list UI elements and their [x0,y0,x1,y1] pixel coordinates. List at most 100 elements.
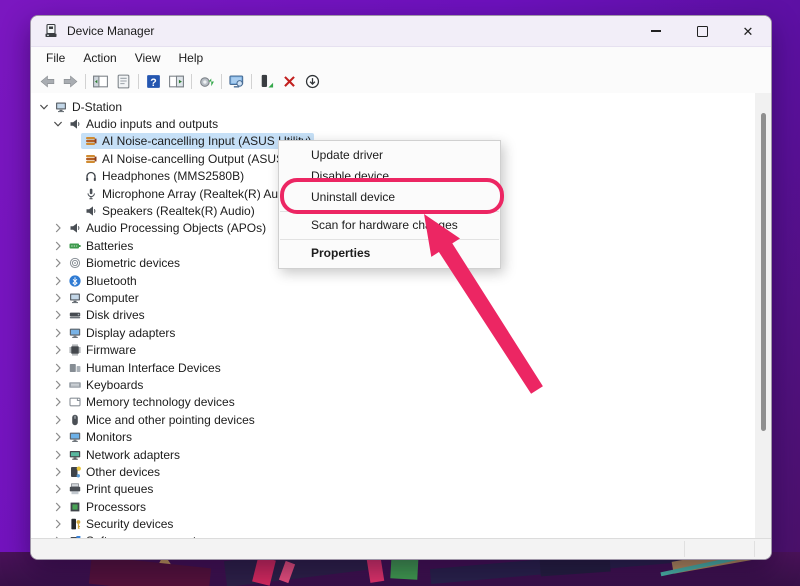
tree-item-content[interactable]: Microphone Array (Realtek(R) Audio) [81,186,301,202]
tree-item-content[interactable]: Computer [65,290,142,306]
properties-window-icon[interactable] [112,71,135,91]
horizontal-scrollbar-area[interactable] [31,538,771,559]
chevron-right-icon[interactable] [51,343,65,357]
scrollbar-thumb[interactable] [761,113,766,431]
tree-item-content[interactable]: Other devices [65,464,163,480]
tree-item[interactable]: Other devices [31,463,755,480]
maximize-button[interactable] [679,16,725,46]
chevron-down-icon[interactable] [51,117,65,131]
chevron-right-icon[interactable] [51,326,65,340]
tree-item[interactable]: Security devices [31,515,755,532]
tree-item-label: Headphones (MMS2580B) [102,169,244,183]
menu-help[interactable]: Help [170,49,213,67]
chevron-right-icon[interactable] [51,413,65,427]
tree-item-content[interactable]: Firmware [65,342,139,358]
tree-item-content[interactable]: Monitors [65,429,135,445]
minimize-button[interactable] [633,16,679,46]
uninstall-x-icon[interactable] [278,71,301,91]
chevron-right-icon[interactable] [51,482,65,496]
tree-item-content[interactable]: Audio Processing Objects (APOs) [65,220,269,236]
tree-item[interactable]: Human Interface Devices [31,359,755,376]
disable-down-icon[interactable] [301,71,324,91]
tree-item-label: Firmware [86,343,136,357]
chevron-right-icon[interactable] [51,239,65,253]
chevron-right-icon[interactable] [51,395,65,409]
tree-item-content[interactable]: Human Interface Devices [65,360,224,376]
update-driver-icon[interactable] [195,71,218,91]
title-bar[interactable]: Device Manager ✕ [31,16,771,47]
monitor-icon [68,430,82,444]
tree-item[interactable]: D-Station [31,98,755,115]
tree-item[interactable]: Memory technology devices [31,394,755,411]
action-pane-icon[interactable] [165,71,188,91]
chevron-right-icon[interactable] [51,430,65,444]
chevron-right-icon[interactable] [51,361,65,375]
tree-item-content[interactable]: Network adapters [65,447,183,463]
tree-item[interactable]: Firmware [31,341,755,358]
tree-item-content[interactable]: Bluetooth [65,273,140,289]
scan-hardware-icon[interactable] [225,71,248,91]
tree-item[interactable]: Keyboards [31,376,755,393]
device-update-icon[interactable] [255,71,278,91]
tree-item-label: Print queues [86,482,153,496]
vertical-scrollbar[interactable] [755,93,771,539]
context-menu-item-update-driver[interactable]: Update driver [279,145,500,166]
chevron-right-icon[interactable] [51,448,65,462]
tree-item[interactable]: Display adapters [31,324,755,341]
menu-file[interactable]: File [37,49,74,67]
tree-item[interactable]: Computer [31,289,755,306]
chevron-right-icon[interactable] [51,291,65,305]
menu-view[interactable]: View [126,49,170,67]
tree-item-content[interactable]: Speakers (Realtek(R) Audio) [81,203,258,219]
tree-item-content[interactable]: Memory technology devices [65,394,238,410]
chevron-right-icon[interactable] [51,465,65,479]
chevron-right-icon[interactable] [51,378,65,392]
tree-item[interactable]: Bluetooth [31,272,755,289]
context-menu-item-uninstall-device[interactable]: Uninstall device [279,187,500,208]
chevron-right-icon[interactable] [51,221,65,235]
tree-item-label: Microphone Array (Realtek(R) Audio) [102,187,298,201]
context-menu-item-disable-device[interactable]: Disable device [279,166,500,187]
context-menu-item-scan-for-hardware-changes[interactable]: Scan for hardware changes [279,215,500,236]
tree-item-content[interactable]: Batteries [65,238,136,254]
chevron-right-icon[interactable] [51,517,65,531]
help-icon[interactable]: ? [142,71,165,91]
tree-item[interactable]: Print queues [31,481,755,498]
tree-item-label: Monitors [86,430,132,444]
tree-item-content[interactable]: Audio inputs and outputs [65,116,221,132]
tree-item-content[interactable]: Security devices [65,516,176,532]
tree-item-content[interactable]: D-Station [51,99,125,115]
close-icon: ✕ [743,25,754,38]
tree-item-label: Audio Processing Objects (APOs) [86,221,266,235]
disk-icon [68,308,82,322]
keyboard-icon [68,378,82,392]
console-tree-icon[interactable] [89,71,112,91]
divider [754,541,755,557]
close-button[interactable]: ✕ [725,16,771,46]
tree-item-content[interactable]: Display adapters [65,325,178,341]
tree-item-content[interactable]: Headphones (MMS2580B) [81,168,247,184]
chevron-right-icon[interactable] [51,308,65,322]
chevron-down-icon[interactable] [37,100,51,114]
tree-item[interactable]: Mice and other pointing devices [31,411,755,428]
tree-item-label: Memory technology devices [86,395,235,409]
tree-item-content[interactable]: Processors [65,499,149,515]
tree-item-content[interactable]: Disk drives [65,307,148,323]
tree-item[interactable]: Audio inputs and outputs [31,115,755,132]
computer-icon [54,100,68,114]
tree-item[interactable]: Monitors [31,428,755,445]
menu-action[interactable]: Action [74,49,125,67]
forward-arrow-icon[interactable] [59,71,82,91]
tree-item-content[interactable]: Biometric devices [65,255,183,271]
tree-item[interactable]: Disk drives [31,307,755,324]
chevron-right-icon[interactable] [51,256,65,270]
tree-item-content[interactable]: Print queues [65,481,156,497]
tree-item-content[interactable]: Keyboards [65,377,146,393]
tree-item-content[interactable]: Mice and other pointing devices [65,412,258,428]
chevron-right-icon[interactable] [51,500,65,514]
chevron-right-icon[interactable] [51,274,65,288]
tree-item[interactable]: Network adapters [31,446,755,463]
back-arrow-icon[interactable] [36,71,59,91]
context-menu-item-properties[interactable]: Properties [279,243,500,264]
tree-item[interactable]: Processors [31,498,755,515]
